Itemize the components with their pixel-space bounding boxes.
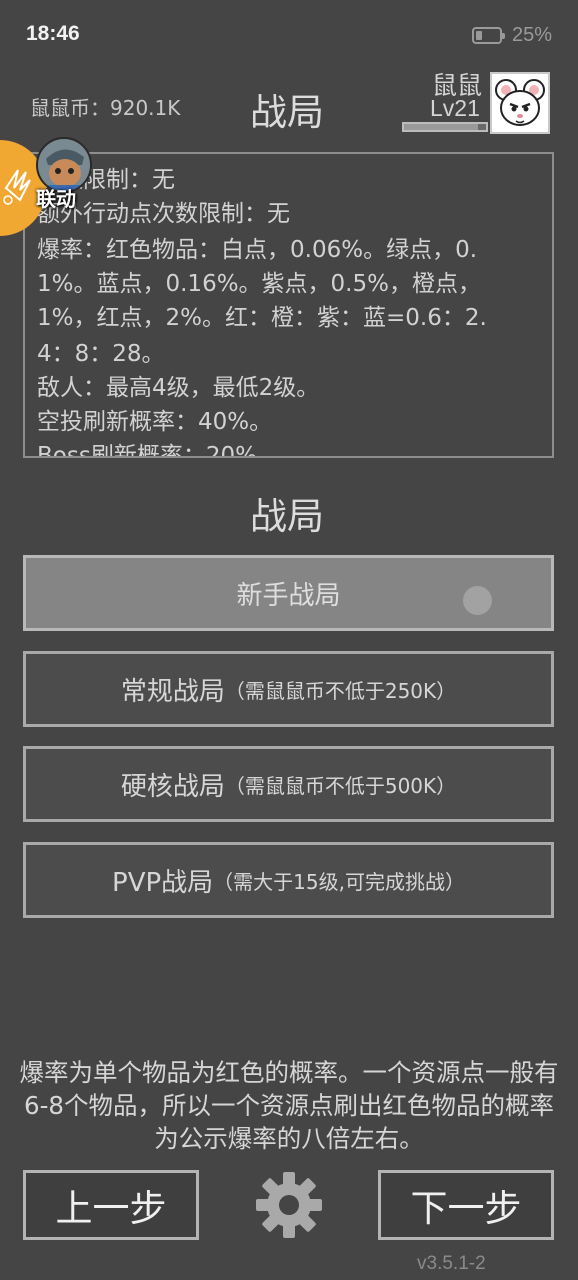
mode-button-label: PVP战局 (112, 867, 214, 898)
wing-icon (3, 169, 31, 205)
info-line: 空投刷新概率：40%。 (37, 409, 273, 435)
mode-button-label: 常规战局 (120, 676, 225, 707)
collab-label[interactable]: 联动 (36, 183, 76, 212)
page-title: 战局 (250, 91, 324, 134)
player-level: Lv21 (430, 95, 480, 121)
pvp-mode-button[interactable]: PVP战局 （需大于15级,可完成挑战） (23, 842, 554, 918)
xp-progress-bar (402, 122, 488, 132)
coin-balance: 鼠鼠币：920.1K (30, 96, 181, 120)
mode-button-requirement: （需大于15级,可完成挑战） (213, 869, 465, 894)
mode-button-requirement: （需鼠鼠币不低于500K） (224, 773, 457, 798)
info-line: 1%。蓝点，0.16%。紫点，0.5%，橙点， (37, 271, 481, 297)
mode-button-label: 硬核战局 (120, 771, 225, 802)
mode-button-requirement: （需鼠鼠币不低于250K） (224, 678, 457, 703)
info-line: 4：8：28。 (37, 341, 165, 367)
info-line: 1%，红点，2%。红：橙：紫：蓝=0.6：2. (37, 305, 487, 331)
touch-indicator (463, 586, 492, 615)
status-bar: 18:46 25% (0, 0, 578, 72)
player-avatar[interactable] (490, 72, 550, 134)
battery-percent: 25% (512, 24, 553, 46)
info-line: 爆率：红色物品：白点，0.06%。绿点，0. (37, 237, 478, 263)
modes-section-title: 战局 (250, 495, 324, 538)
settings-button[interactable] (254, 1170, 324, 1240)
previous-step-button[interactable]: 上一步 (23, 1170, 199, 1240)
xp-progress-fill (404, 124, 478, 130)
regular-mode-button[interactable]: 常规战局 （需鼠鼠币不低于250K） (23, 651, 554, 727)
drop-rate-footnote: 爆率为单个物品为红色的概率。一个资源点一般有6-8个物品，所以一个资源点刷出红色… (19, 1058, 559, 1153)
next-step-button[interactable]: 下一步 (378, 1170, 554, 1240)
version-label: v3.5.1-2 (417, 1253, 486, 1274)
status-time: 18:46 (26, 22, 80, 45)
mode-button-label: 新手战局 (236, 580, 341, 611)
info-line: Boss刷新概率：20% (37, 443, 257, 458)
hardcore-mode-button[interactable]: 硬核战局 （需鼠鼠币不低于500K） (23, 746, 554, 822)
info-line: 敌人：最高4级，最低2级。 (37, 375, 320, 401)
gear-icon (256, 1172, 322, 1238)
mode-info-panel[interactable]: 次数限制：无 额外行动点次数限制：无 爆率：红色物品：白点，0.06%。绿点，0… (23, 152, 554, 458)
battery-icon (472, 27, 505, 44)
mouse-avatar-icon (495, 79, 545, 126)
